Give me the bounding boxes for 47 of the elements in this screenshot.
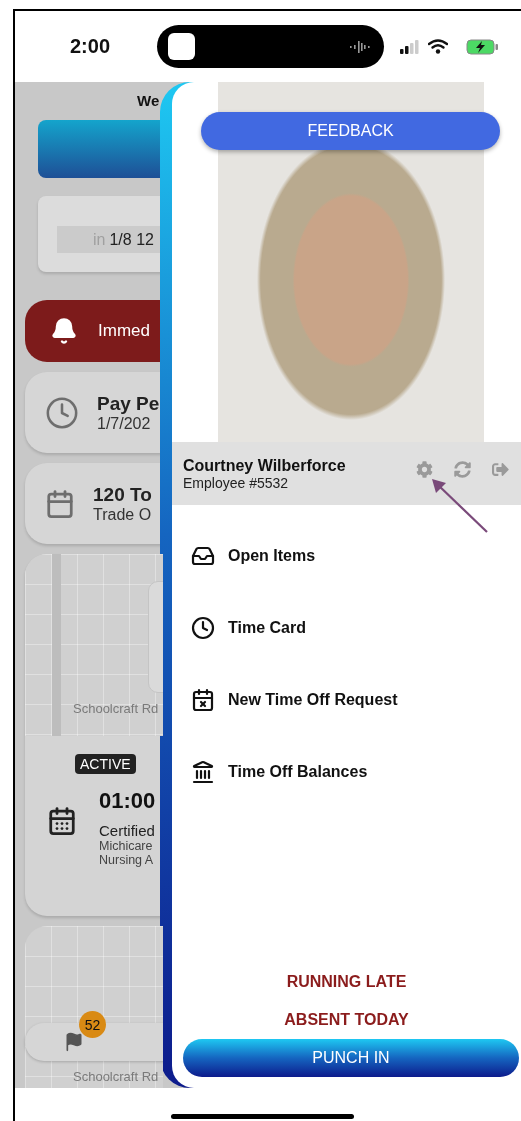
shift-detail: Michicare [99, 839, 153, 853]
waveform-icon [349, 38, 371, 55]
bank-icon [191, 760, 215, 784]
card-title: Pay Pe [97, 392, 160, 415]
shift-card[interactable]: Schoolcraft Rd ACTIVE 01:00 Certified Michicare Nursing A [25, 554, 163, 916]
shift-detail: Nursing A [99, 853, 154, 867]
clock-icon [45, 395, 79, 430]
menu-item[interactable]: Time Card [228, 619, 306, 637]
count-badge: 52 [79, 1011, 106, 1038]
info-card[interactable]: 120 To Trade O [25, 463, 163, 544]
inbox-icon [191, 544, 215, 568]
feedback-button[interactable]: FEEDBACK [201, 112, 500, 150]
alert-card[interactable]: Immed [25, 300, 163, 362]
signal-icon [400, 39, 420, 54]
map-street-label: Schoolcraft Rd [73, 1069, 160, 1084]
alert-text: Immed [98, 321, 150, 341]
card-subtitle: 1/7/202 [97, 414, 152, 433]
info-card[interactable]: Pay Pe 1/7/202 [25, 372, 163, 453]
action-link[interactable]: ABSENT TODAY [280, 1001, 413, 1039]
employee-number: Employee #5532 [183, 474, 290, 491]
menu-item[interactable]: New Time Off Request [228, 691, 398, 709]
menu-item[interactable]: Open Items [228, 547, 316, 565]
logout-icon[interactable] [492, 461, 509, 478]
punch-time: 1/8 12 [109, 230, 154, 249]
card-subtitle: Trade O [93, 505, 152, 524]
calendar-x-icon [191, 688, 215, 712]
clock-icon [191, 616, 215, 640]
shift-title: Certified [99, 822, 155, 839]
refresh-icon[interactable] [454, 461, 471, 478]
map-street-label: Schoolcraft Rd [73, 701, 159, 716]
punch-in-button[interactable]: PUNCH IN [183, 1039, 519, 1077]
calendar-icon [47, 806, 77, 836]
wifi-icon [428, 39, 448, 54]
settings-icon[interactable] [416, 461, 433, 478]
app-icon [168, 33, 195, 60]
card-title: 120 To [93, 483, 152, 506]
status-tag: ACTIVE [75, 754, 136, 774]
bell-icon [50, 317, 78, 345]
action-link[interactable]: RUNNING LATE [282, 963, 411, 1001]
shift-time: 01:00 [99, 788, 156, 814]
employee-name: Courtney Wilberforce [183, 456, 346, 475]
screen-heading: We [137, 92, 161, 109]
battery-charging-icon [466, 38, 499, 55]
status-time: 2:00 [70, 35, 112, 58]
menu-item[interactable]: Time Off Balances [228, 763, 368, 781]
calendar-icon [45, 488, 75, 519]
flag-icon[interactable] [64, 1032, 84, 1052]
